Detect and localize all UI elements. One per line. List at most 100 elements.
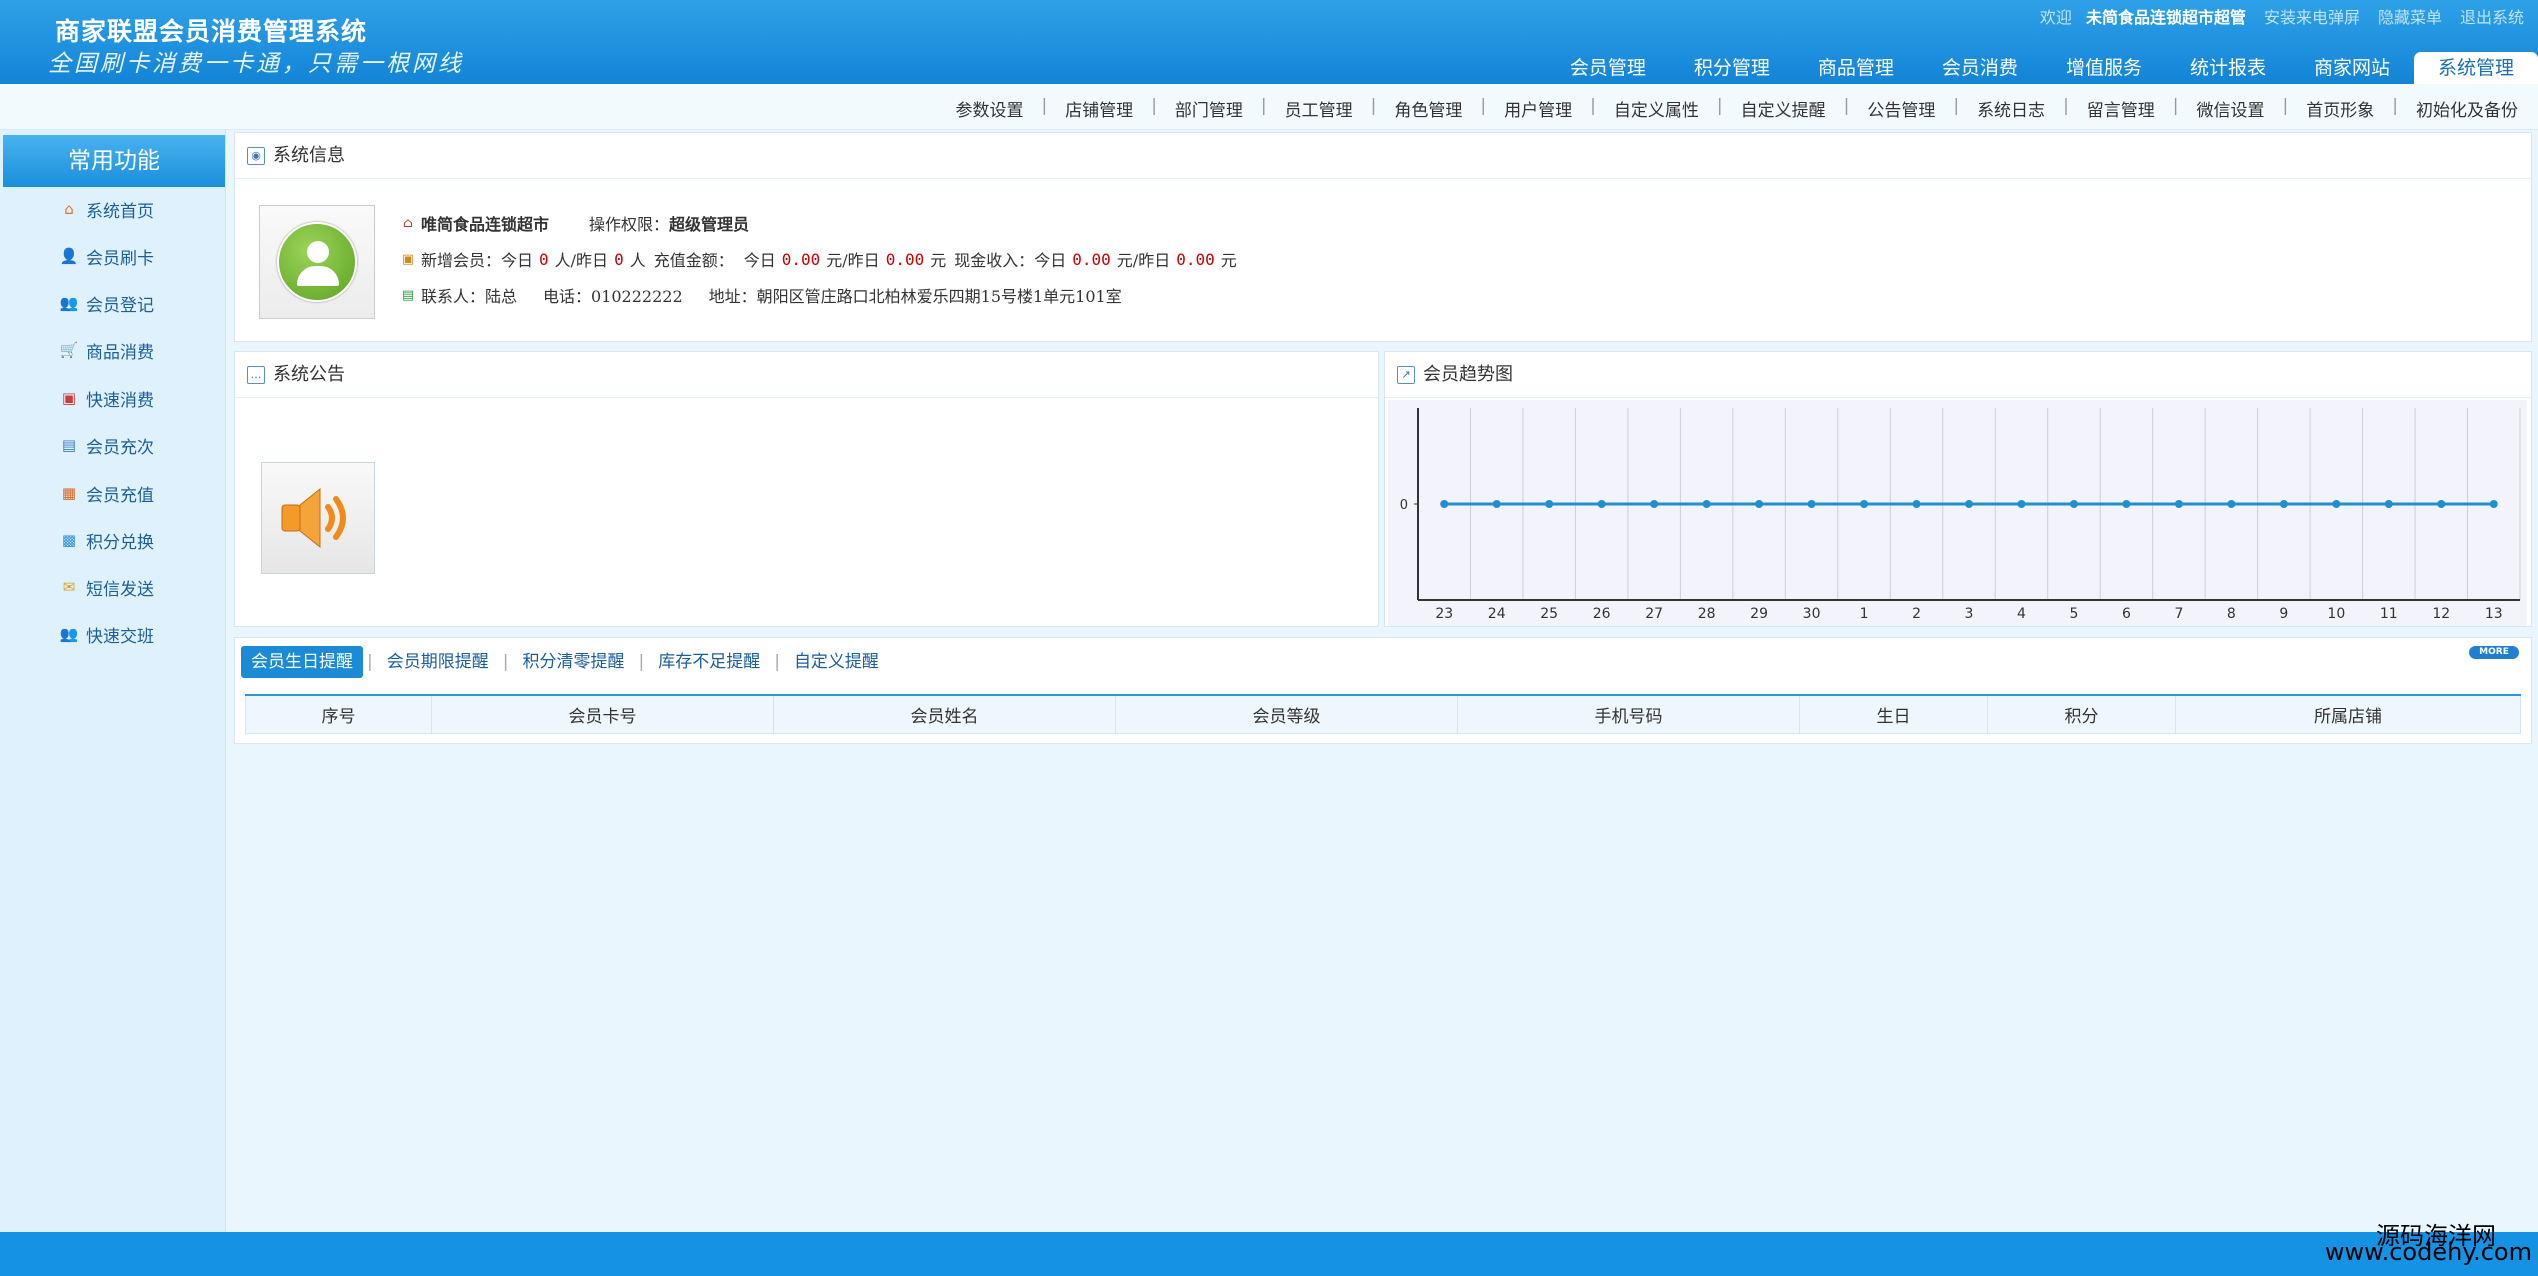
nav-website[interactable]: 商家网站 [2290,52,2414,84]
fast-icon: ▣ [61,389,77,407]
contact-phone: 电话：010222222 [543,287,683,306]
home-icon: ⌂ [64,200,74,218]
sidebar-item-home[interactable]: ⌂ 系统首页 [0,194,226,224]
card-user-icon: 👤 [59,247,79,265]
data-point [2384,500,2393,508]
subnav-item[interactable]: 店铺管理 [1065,96,1133,121]
trend-chart-svg: 023 24 25 26 27 28 29 30 1 2 3 4 5 6 7 8 9 10 11 12 13 [1400,408,2521,622]
subnav-item[interactable]: 部门管理 [1175,96,1243,121]
new-member-label: 新增会员：今日 [421,251,534,270]
sidebar-item-points-exchange[interactable]: ▩ 积分兑换 [0,525,226,555]
col-birthday[interactable]: 生日 [1799,694,1988,734]
nav-system[interactable]: 系统管理 [2413,52,2538,84]
sidebar-item-recharge[interactable]: ▦ 会员充值 [0,478,226,508]
data-point [1860,500,1869,508]
subnav-separator: | [2172,96,2179,116]
x-tick-label: 4 [2017,606,2026,622]
col-card-no[interactable]: 会员卡号 [431,694,774,734]
app-slogan: 全国刷卡消费一卡通，只需一根网线 [48,51,464,77]
sidebar-item-recharge-count[interactable]: ▤ 会员充次 [0,430,226,460]
notice-title: 系统公告 [273,363,345,385]
sidebar-item-label: 会员充值 [86,485,154,506]
cash-today: 0.00 [1072,249,1111,269]
subnav-item[interactable]: 系统日志 [1977,96,2045,121]
data-point [2122,500,2131,508]
x-tick-label: 26 [1593,606,1611,622]
nav-goods[interactable]: 商品管理 [1794,52,1918,84]
subnav-item[interactable]: 首页形象 [2306,96,2374,121]
sidebar-item-fast-consume[interactable]: ▣ 快速消费 [0,383,226,413]
subnav-item[interactable]: 公告管理 [1867,96,1935,121]
subnav-item[interactable]: 员工管理 [1285,96,1353,121]
sidebar-item-label: 短信发送 [86,579,154,600]
nav-consume[interactable]: 会员消费 [1918,52,2042,84]
subnav-item[interactable]: 用户管理 [1504,96,1572,121]
watermark-url: www.codehy.com [2324,1238,2532,1266]
tab-low-stock[interactable]: 库存不足提醒 [648,646,770,678]
store-line: ⌂ 唯简食品连锁超市 操作权限： 超级管理员 [399,211,749,235]
install-popup-link[interactable]: 安装来电弹屏 [2264,4,2360,28]
cash-yesterday-label: 元/昨日 [1116,251,1171,270]
new-member-yesterday-label: 人/昨日 [554,251,609,270]
speaker-icon [261,462,375,574]
nav-reports[interactable]: 统计报表 [2166,52,2290,84]
data-point [1492,500,1501,508]
top-links: 欢迎 未简食品连锁超市超管 安装来电弹屏 隐藏菜单 退出系统 [2022,4,2524,28]
y-tick-label: 0 [1400,498,1408,513]
x-tick-label: 30 [1803,606,1821,622]
trend-chart-icon: ↗ [1397,365,1415,384]
sidebar-item-label: 会员刷卡 [86,248,154,269]
store-name: 唯简食品连锁超市 [421,215,550,234]
col-index[interactable]: 序号 [245,694,432,734]
subnav-item[interactable]: 微信设置 [2197,96,2265,121]
tab-birthday[interactable]: 会员生日提醒 [241,646,363,678]
hide-menu-link[interactable]: 隐藏菜单 [2378,4,2442,28]
sidebar-item-goods-consume[interactable]: 🛒 商品消费 [0,335,226,365]
contact-line: ▤ 联系人：陆总 电话：010222222 地址：朝阳区管庄路口北柏林爱乐四期1… [399,283,1122,307]
subnav-item[interactable]: 留言管理 [2087,96,2155,121]
nav-value-added[interactable]: 增值服务 [2042,52,2166,84]
table-header-row: 序号 会员卡号 会员姓名 会员等级 手机号码 生日 积分 所属店铺 [245,694,2521,734]
col-store[interactable]: 所属店铺 [2175,694,2521,734]
subnav-item[interactable]: 自定义属性 [1614,96,1699,121]
recharge-today: 0.00 [781,249,821,269]
cart-icon: 🛒 [59,341,79,359]
col-points[interactable]: 积分 [1987,694,2176,734]
col-level[interactable]: 会员等级 [1115,694,1458,734]
sidebar-item-swipe-card[interactable]: 👤 会员刷卡 [0,241,226,271]
data-point [2069,500,2078,508]
col-phone[interactable]: 手机号码 [1457,694,1800,734]
sidebar-item-shift[interactable]: 👥 快速交班 [0,619,226,649]
recharge-unit: 元 [930,251,947,270]
tab-expiry[interactable]: 会员期限提醒 [377,646,499,678]
house-icon: ⌂ [403,215,413,231]
subnav-item[interactable]: 自定义提醒 [1741,96,1826,121]
recharge-count-icon: ▤ [61,436,77,454]
stats-line: ▣ 新增会员：今日 0 人/昨日 0 人 充值金额： 今日 0.00 元/昨日 … [399,247,1237,271]
tab-points-clear[interactable]: 积分清零提醒 [512,646,634,678]
mail-icon: ✉ [62,578,76,596]
user-avatar-icon [277,222,357,302]
contact-person: 联系人：陆总 [421,287,518,306]
new-member-today: 0 [539,249,549,269]
x-tick-label: 12 [2432,606,2450,622]
data-point [1965,500,1973,508]
col-name[interactable]: 会员姓名 [773,694,1116,734]
x-tick-label: 2 [1912,606,1921,622]
logout-link[interactable]: 退出系统 [2460,4,2524,28]
sidebar-item-sms[interactable]: ✉ 短信发送 [0,572,226,602]
app-title: 商家联盟会员消费管理系统 [55,17,368,46]
system-info-header: ◉ 系统信息 [235,133,2531,179]
sidebar-item-register[interactable]: 👥 会员登记 [0,288,226,318]
subnav-separator: | [1260,96,1267,116]
more-button[interactable]: MORE [2469,646,2519,659]
nav-member[interactable]: 会员管理 [1546,52,1670,84]
data-point [1755,500,1764,508]
x-tick-label: 7 [2174,606,2183,622]
subnav-item[interactable]: 角色管理 [1394,96,1462,121]
subnav-item[interactable]: 参数设置 [955,96,1023,121]
permission-value: 超级管理员 [669,215,750,234]
nav-points[interactable]: 积分管理 [1670,52,1794,84]
subnav-item[interactable]: 初始化及备份 [2416,96,2518,121]
tab-custom[interactable]: 自定义提醒 [784,646,889,678]
